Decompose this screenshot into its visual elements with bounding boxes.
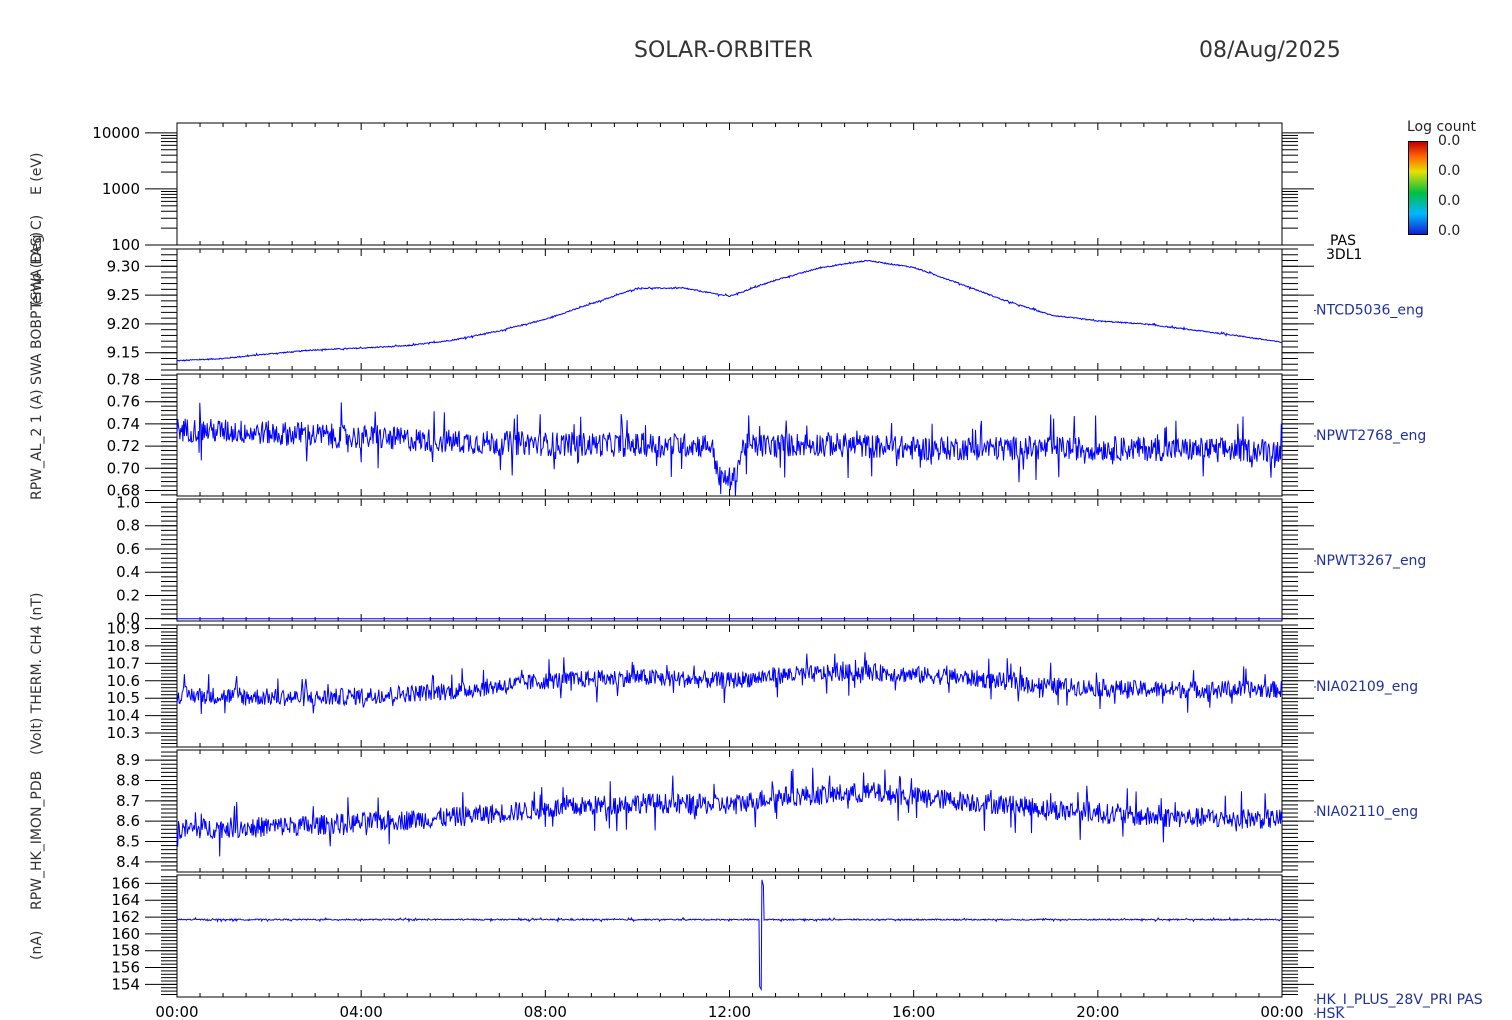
ytick-label-npwt2768-4: 0.76 bbox=[107, 393, 140, 411]
panel-frame-ntcd5036 bbox=[176, 248, 1283, 371]
panel-label-ntcd5036-0: NTCD5036_eng bbox=[1316, 303, 1424, 319]
panel-label-pas-3dl1-1: 3DL1 bbox=[1326, 247, 1362, 263]
ytick-label-nia02110-2: 8.6 bbox=[116, 812, 140, 830]
ytick-label-hk-i-plus-1: 156 bbox=[111, 959, 140, 977]
panel-frame-hk-i-plus bbox=[176, 874, 1283, 998]
series-line-hk-i-plus bbox=[176, 879, 1283, 992]
ytick-label-npwt2768-2: 0.72 bbox=[107, 437, 140, 455]
series-line-nia02109 bbox=[176, 652, 1283, 715]
panel-label-npwt2768-0: NPWT2768_eng bbox=[1316, 428, 1426, 444]
ytick-label-nia02110-5: 8.9 bbox=[116, 751, 140, 769]
panel-frame-pas-3dl1 bbox=[176, 122, 1283, 246]
ytick-label-nia02109-2: 10.5 bbox=[107, 689, 140, 707]
ytick-label-pas-3dl1-0: 100 bbox=[111, 236, 140, 254]
ytick-label-pas-3dl1-1: 1000 bbox=[102, 180, 140, 198]
ytick-label-nia02110-4: 8.8 bbox=[116, 772, 140, 790]
xtick-label-5: 20:00 bbox=[1076, 1003, 1119, 1020]
ytick-label-npwt2768-3: 0.74 bbox=[107, 415, 140, 433]
ytick-label-nia02110-3: 8.7 bbox=[116, 792, 140, 810]
panel-label-nia02110-0: NIA02110_eng bbox=[1316, 804, 1418, 820]
ytick-label-hk-i-plus-0: 154 bbox=[111, 975, 140, 993]
panel-label-npwt3267-0: NPWT3267_eng bbox=[1316, 553, 1426, 569]
panel-label-hk-i-plus-1: HSK bbox=[1316, 1006, 1345, 1020]
panel-label-nia02109-0: NIA02109_eng bbox=[1316, 679, 1418, 695]
ytick-label-nia02109-0: 10.3 bbox=[107, 724, 140, 742]
ytick-label-ntcd5036-3: 9.30 bbox=[107, 257, 140, 275]
ytick-label-nia02110-1: 8.5 bbox=[116, 833, 140, 851]
ytick-label-npwt3267-1: 0.2 bbox=[116, 586, 140, 604]
xtick-label-3: 12:00 bbox=[708, 1003, 751, 1020]
xtick-label-2: 08:00 bbox=[524, 1003, 567, 1020]
ytick-label-hk-i-plus-2: 158 bbox=[111, 942, 140, 960]
xtick-label-6: 00:00 bbox=[1260, 1003, 1303, 1020]
ytick-label-pas-3dl1-2: 10000 bbox=[92, 124, 140, 142]
ytick-label-npwt3267-4: 0.8 bbox=[116, 517, 140, 535]
ytick-label-ntcd5036-2: 9.25 bbox=[107, 286, 140, 304]
ytick-label-nia02109-3: 10.6 bbox=[107, 672, 140, 690]
ytick-label-nia02109-1: 10.4 bbox=[107, 707, 140, 725]
ytick-label-npwt3267-2: 0.4 bbox=[116, 563, 140, 581]
ytick-label-nia02110-0: 8.4 bbox=[116, 853, 140, 871]
stacked-timeseries-plot: 100100010000PAS3DL19.159.209.259.30NTCD5… bbox=[92, 122, 1483, 1020]
panel-frame-npwt3267 bbox=[176, 498, 1283, 622]
ytick-label-hk-i-plus-5: 164 bbox=[111, 891, 140, 909]
series-line-npwt2768 bbox=[176, 402, 1283, 497]
ytick-label-hk-i-plus-6: 166 bbox=[111, 874, 140, 892]
ytick-label-nia02109-5: 10.8 bbox=[107, 637, 140, 655]
xtick-label-4: 16:00 bbox=[892, 1003, 935, 1020]
ytick-label-nia02109-4: 10.7 bbox=[107, 654, 140, 672]
ytick-label-npwt2768-5: 0.78 bbox=[107, 371, 140, 389]
ytick-label-ntcd5036-0: 9.15 bbox=[107, 344, 140, 362]
xtick-label-1: 04:00 bbox=[340, 1003, 383, 1020]
ytick-label-hk-i-plus-3: 160 bbox=[111, 925, 140, 943]
ytick-label-npwt3267-3: 0.6 bbox=[116, 540, 140, 558]
series-line-nia02110 bbox=[176, 767, 1283, 857]
series-line-ntcd5036 bbox=[177, 259, 1283, 362]
ytick-label-hk-i-plus-4: 162 bbox=[111, 908, 140, 926]
ytick-label-nia02109-6: 10.9 bbox=[107, 619, 140, 637]
ytick-label-npwt2768-1: 0.70 bbox=[107, 459, 140, 477]
ytick-label-ntcd5036-1: 9.20 bbox=[107, 315, 140, 333]
xtick-label-0: 00:00 bbox=[155, 1003, 198, 1020]
ytick-label-npwt3267-5: 1.0 bbox=[116, 493, 140, 511]
